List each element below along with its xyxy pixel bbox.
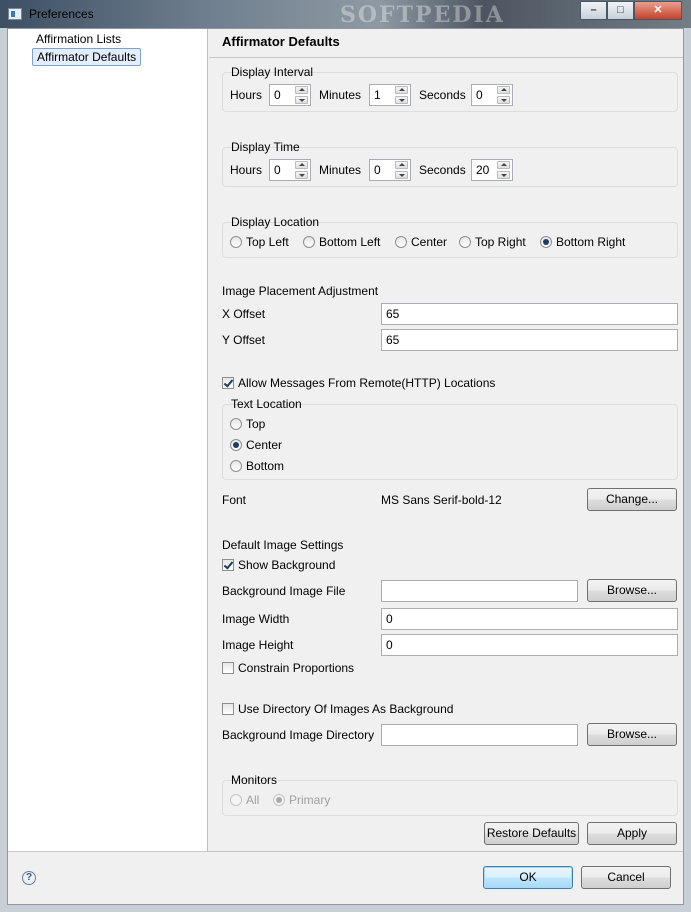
time-minutes-spinner[interactable]: 0	[369, 159, 411, 181]
monitor-primary-label: Primary	[289, 793, 331, 807]
window-title: Preferences	[29, 7, 94, 21]
font-value: MS Sans Serif-bold-12	[381, 493, 502, 507]
ok-button[interactable]: OK	[483, 866, 573, 889]
location-top-right-label: Top Right	[475, 235, 526, 249]
spinner-down-icon[interactable]	[295, 171, 308, 179]
title-bar: Preferences SOFTPEDIA – □ ✕	[0, 0, 691, 28]
minimize-icon: –	[590, 4, 597, 16]
spinner-down-icon[interactable]	[497, 96, 510, 104]
spinner-up-icon[interactable]	[497, 86, 510, 94]
spinner-down-icon[interactable]	[497, 171, 510, 179]
location-top-left-radio[interactable]	[230, 236, 242, 248]
interval-seconds-spinner[interactable]: 0	[471, 84, 513, 106]
y-offset-label: Y Offset	[222, 333, 265, 347]
time-seconds-label: Seconds	[419, 163, 466, 177]
browse-directory-button[interactable]: Browse...	[587, 723, 677, 746]
text-top-radio[interactable]	[230, 418, 242, 430]
allow-remote-checkbox[interactable]	[222, 377, 234, 389]
title-divider	[209, 57, 683, 58]
spinner-up-icon[interactable]	[395, 86, 408, 94]
show-background-checkbox[interactable]	[222, 559, 234, 571]
help-icon[interactable]: ?	[22, 871, 36, 885]
display-interval-legend: Display Interval	[231, 65, 314, 79]
spinner-up-icon[interactable]	[295, 161, 308, 169]
interval-hours-spinner[interactable]: 0	[269, 84, 311, 106]
apply-button[interactable]: Apply	[587, 822, 677, 845]
use-directory-label: Use Directory Of Images As Background	[238, 702, 454, 716]
monitors-legend: Monitors	[231, 773, 278, 787]
image-height-input[interactable]: 0	[381, 634, 678, 656]
constrain-proportions-label: Constrain Proportions	[238, 661, 355, 675]
x-offset-input[interactable]: 65	[381, 303, 678, 325]
page-title: Affirmator Defaults	[222, 34, 340, 49]
preferences-tree: Affirmation Lists Affirmator Defaults	[8, 29, 208, 851]
maximize-button[interactable]: □	[607, 1, 634, 20]
image-width-input[interactable]: 0	[381, 608, 678, 630]
constrain-proportions-checkbox[interactable]	[222, 662, 234, 674]
change-font-button[interactable]: Change...	[587, 488, 677, 511]
spinner-up-icon[interactable]	[395, 161, 408, 169]
tree-item-affirmation-lists[interactable]: Affirmation Lists	[32, 31, 125, 47]
y-offset-input[interactable]: 65	[381, 329, 678, 351]
location-center-label: Center	[411, 235, 448, 249]
location-bottom-right-radio[interactable]	[540, 236, 552, 248]
default-image-heading: Default Image Settings	[222, 538, 344, 552]
text-location-group	[222, 404, 678, 480]
watermark: SOFTPEDIA	[340, 2, 505, 28]
spinner-up-icon[interactable]	[295, 86, 308, 94]
app-icon	[8, 8, 22, 20]
display-time-legend: Display Time	[231, 140, 300, 154]
location-bottom-right-label: Bottom Right	[556, 235, 626, 249]
spinner-down-icon[interactable]	[395, 96, 408, 104]
interval-minutes-label: Minutes	[319, 88, 362, 102]
tree-item-affirmator-defaults[interactable]: Affirmator Defaults	[32, 48, 142, 66]
time-hours-label: Hours	[230, 163, 263, 177]
bg-file-input[interactable]	[381, 580, 578, 602]
bg-file-label: Background Image File	[222, 584, 346, 598]
footer-divider	[8, 851, 683, 852]
x-offset-label: X Offset	[222, 307, 266, 321]
maximize-icon: □	[617, 4, 624, 16]
image-height-label: Image Height	[222, 638, 294, 652]
cancel-button[interactable]: Cancel	[581, 866, 671, 889]
monitor-all-radio[interactable]	[230, 794, 242, 806]
monitor-all-label: All	[246, 793, 260, 807]
time-hours-spinner[interactable]: 0	[269, 159, 311, 181]
text-center-label: Center	[246, 438, 283, 452]
image-width-label: Image Width	[222, 612, 290, 626]
display-location-legend: Display Location	[231, 215, 320, 229]
show-background-label: Show Background	[238, 558, 336, 572]
font-label: Font	[222, 493, 247, 507]
image-placement-heading: Image Placement Adjustment	[222, 284, 379, 298]
browse-file-button[interactable]: Browse...	[587, 579, 677, 602]
allow-remote-label: Allow Messages From Remote(HTTP) Locatio…	[238, 376, 496, 390]
text-bottom-label: Bottom	[246, 459, 285, 473]
restore-defaults-button[interactable]: Restore Defaults	[484, 822, 579, 845]
monitor-primary-radio[interactable]	[273, 794, 285, 806]
bg-directory-input[interactable]	[381, 724, 578, 746]
use-directory-checkbox[interactable]	[222, 703, 234, 715]
interval-seconds-label: Seconds	[419, 88, 466, 102]
location-bottom-left-radio[interactable]	[303, 236, 315, 248]
text-bottom-radio[interactable]	[230, 460, 242, 472]
location-center-radio[interactable]	[395, 236, 407, 248]
location-top-right-radio[interactable]	[459, 236, 471, 248]
bg-directory-label: Background Image Directory	[222, 728, 375, 742]
text-location-legend: Text Location	[231, 397, 302, 411]
interval-hours-label: Hours	[230, 88, 263, 102]
minimize-button[interactable]: –	[580, 1, 607, 20]
close-icon: ✕	[653, 4, 663, 16]
text-top-label: Top	[246, 417, 266, 431]
close-button[interactable]: ✕	[634, 1, 682, 20]
spinner-down-icon[interactable]	[295, 96, 308, 104]
text-center-radio[interactable]	[230, 439, 242, 451]
location-bottom-left-label: Bottom Left	[319, 235, 381, 249]
time-minutes-label: Minutes	[319, 163, 362, 177]
time-seconds-spinner[interactable]: 20	[471, 159, 513, 181]
spinner-down-icon[interactable]	[395, 171, 408, 179]
spinner-up-icon[interactable]	[497, 161, 510, 169]
location-top-left-label: Top Left	[246, 235, 289, 249]
interval-minutes-spinner[interactable]: 1	[369, 84, 411, 106]
